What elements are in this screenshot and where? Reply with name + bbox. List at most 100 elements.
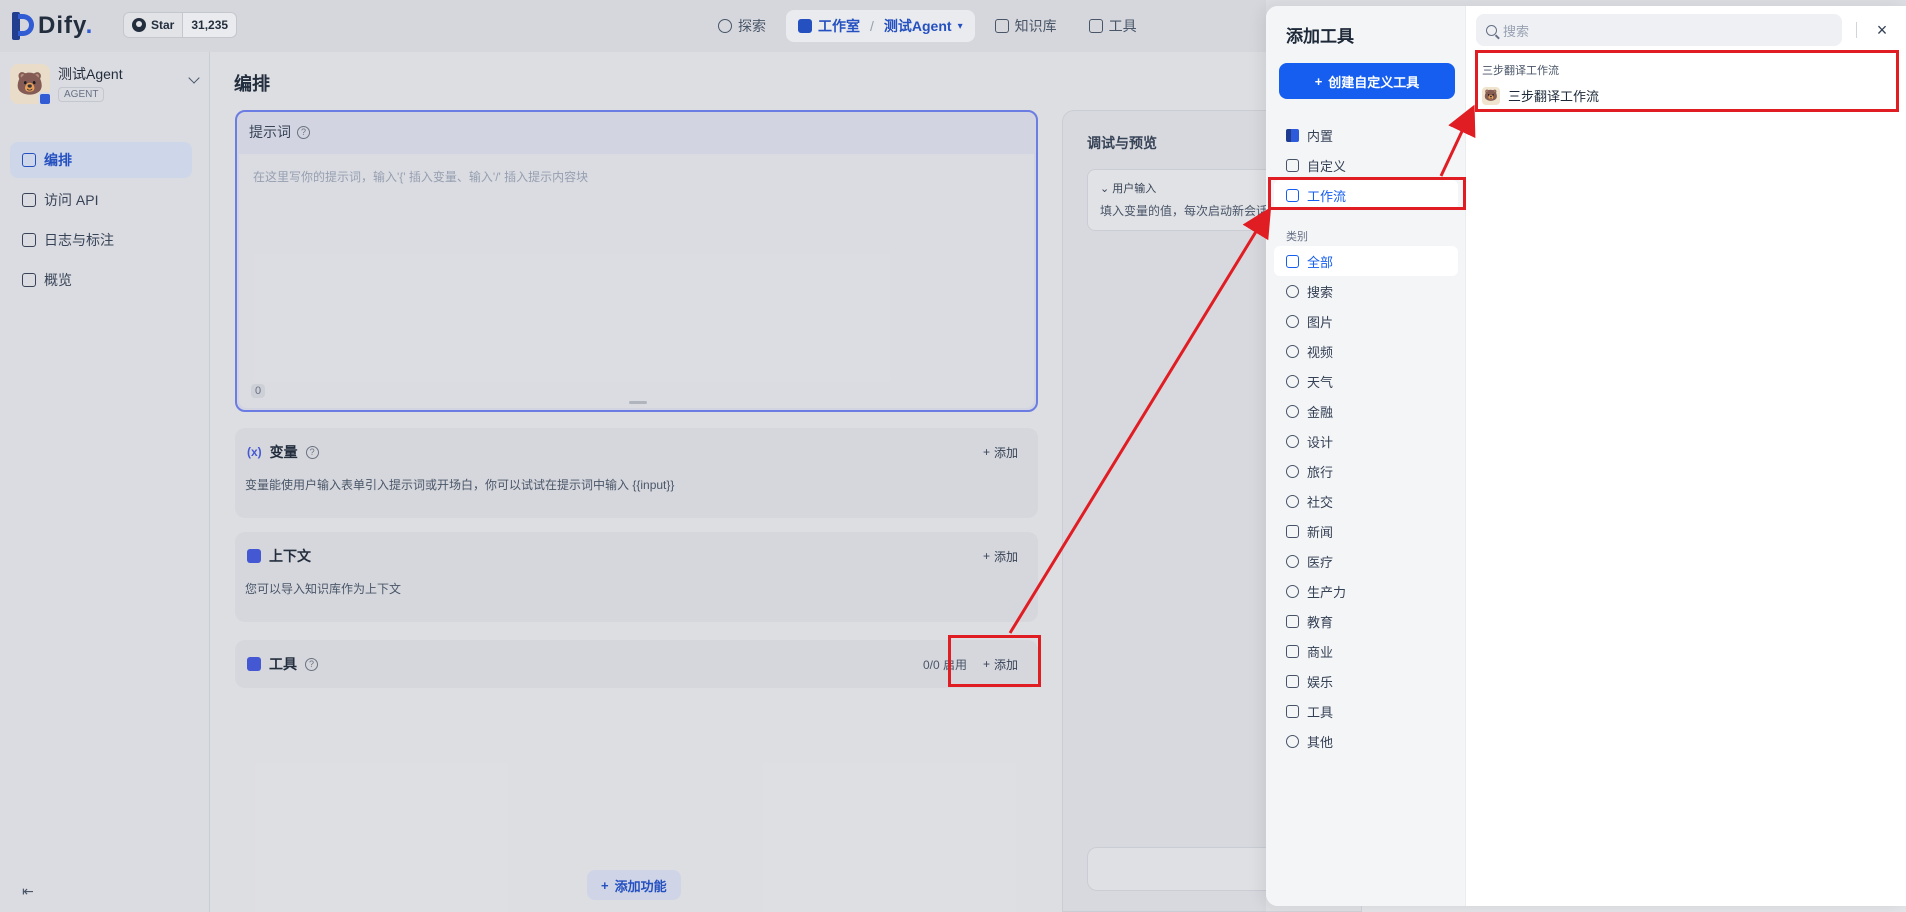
plus-icon: + [982,445,990,459]
category-entertainment[interactable]: 娱乐 [1274,666,1458,696]
debug-title: 调试与预览 [1087,135,1157,151]
category-label: 类别 [1286,231,1308,243]
sidebar-item-orchestrate[interactable]: 编排 [10,142,192,178]
category-education[interactable]: 教育 [1274,606,1458,636]
drawer-title: 添加工具 [1286,27,1354,46]
nav-explore[interactable]: 探索 [706,10,778,42]
nav-tools-label: 工具 [1108,18,1137,34]
tool-search-input[interactable]: 搜索 [1476,14,1842,46]
category-productivity[interactable]: 生产力 [1274,576,1458,606]
annotation-box-workflow [1268,177,1466,210]
grid-icon [1286,254,1299,268]
current-app-label[interactable]: 测试Agent [884,16,952,36]
variables-description: 变量能使用户输入表单引入提示词或开场白，你可以试试在提示词中输入 {{input… [245,478,675,492]
close-drawer-button[interactable]: × [1870,18,1894,42]
category-all[interactable]: 全部 [1274,246,1458,276]
sidebar-item-api[interactable]: 访问 API [10,182,192,218]
chevron-down-icon: ▾ [957,20,963,32]
add-tool-drawer: 添加工具 + 创建自定义工具 内置 自定义 工作流 类别 全部 搜索 图片 视频 [1266,6,1906,906]
nav-tools[interactable]: 工具 [1077,10,1149,42]
help-icon[interactable]: ? [297,125,310,139]
github-star-button[interactable]: Star 31,235 [123,12,238,38]
tool-type-builtin[interactable]: 内置 [1274,120,1458,150]
tool-type-custom[interactable]: 自定义 [1274,150,1458,180]
category-item-label: 视频 [1307,344,1334,360]
app-sidebar: 🐻 测试Agent AGENT 编排 访问 API 日志与标注 概览 ⇤ [0,52,210,912]
category-finance[interactable]: 金融 [1274,396,1458,426]
sidebar-item-overview[interactable]: 概览 [10,262,192,298]
prompt-textarea[interactable]: 在这里写你的提示词，输入'{' 插入变量、输入'/' 插入提示内容块 0 [239,154,1034,408]
category-travel[interactable]: 旅行 [1274,456,1458,486]
user-input-title: 用户输入 [1112,183,1157,195]
book-icon [1286,614,1299,628]
context-title: 上下文 [269,548,311,564]
github-star-label: Star [151,18,175,32]
app-avatar: 🐻 [10,64,52,106]
collapse-sidebar-icon[interactable]: ⇤ [22,883,34,900]
plus-icon: + [982,549,990,563]
category-social[interactable]: 社交 [1274,486,1458,516]
category-search[interactable]: 搜索 [1274,276,1458,306]
video-icon [1286,344,1299,358]
toolbox-icon [247,657,261,671]
at-icon [1286,494,1299,508]
breadcrumb-separator: / [870,18,874,34]
bar-chart-icon [22,273,36,287]
add-feature-button[interactable]: + 添加功能 [587,870,681,900]
sidebar-item-logs[interactable]: 日志与标注 [10,222,192,258]
plus-icon: + [601,877,609,893]
category-item-label: 社交 [1307,494,1334,510]
prompt-placeholder: 在这里写你的提示词，输入'{' 插入变量、输入'/' 插入提示内容块 [253,170,589,184]
app-name: 测试Agent [58,66,123,82]
nav-datasets[interactable]: 知识库 [983,10,1069,42]
search-icon [1286,284,1299,298]
nav-explore-label: 探索 [738,18,766,34]
gamepad-icon [1286,674,1299,688]
tool-type-label: 自定义 [1307,158,1347,174]
sidebar-item-label: 日志与标注 [44,232,114,248]
annotation-box-add-tool [948,635,1041,687]
layout-icon [22,153,36,167]
category-item-label: 娱乐 [1307,674,1334,690]
divider [1856,22,1857,38]
category-image[interactable]: 图片 [1274,306,1458,336]
app-type-badge: AGENT [58,87,105,102]
category-item-label: 图片 [1307,314,1334,330]
help-icon[interactable]: ? [305,445,319,459]
resize-handle[interactable] [629,401,647,404]
category-item-label: 工具 [1307,704,1334,720]
nav-studio-label: 工作室 [818,18,860,34]
nav-studio[interactable]: 工作室 / 测试Agent ▾ [786,10,975,42]
add-feature-label: 添加功能 [614,878,667,894]
category-news[interactable]: 新闻 [1274,516,1458,546]
category-item-label: 搜索 [1307,284,1334,300]
add-context-button[interactable]: + 添加 [975,544,1026,569]
category-other[interactable]: 其他 [1274,726,1458,756]
app-selector[interactable]: 🐻 测试Agent AGENT [10,64,200,112]
create-custom-tool-button[interactable]: + 创建自定义工具 [1279,63,1455,99]
agent-badge-icon [38,92,52,106]
dify-logo[interactable]: Dify. [12,12,93,40]
prompt-char-count: 0 [251,384,266,398]
plus-icon: + [1314,73,1323,89]
variables-title: 变量 [269,444,298,460]
category-utilities[interactable]: 工具 [1274,696,1458,726]
category-item-label: 天气 [1307,374,1334,390]
category-medical[interactable]: 医疗 [1274,546,1458,576]
help-icon[interactable]: ? [305,657,318,671]
chevron-down-icon[interactable] [188,72,200,84]
code-icon [1286,158,1299,172]
search-placeholder: 搜索 [1503,23,1530,39]
close-icon: × [1876,19,1888,40]
category-weather[interactable]: 天气 [1274,366,1458,396]
hammer-icon [1286,704,1299,718]
add-variable-button[interactable]: + 添加 [975,440,1026,465]
category-video[interactable]: 视频 [1274,336,1458,366]
medical-icon [1286,554,1299,568]
category-design[interactable]: 设计 [1274,426,1458,456]
category-business[interactable]: 商业 [1274,636,1458,666]
context-description: 您可以导入知识库作为上下文 [245,582,402,596]
prompt-label: 提示词 [249,124,291,140]
design-icon [1286,434,1299,448]
drawer-sidebar: 添加工具 + 创建自定义工具 内置 自定义 工作流 类别 全部 搜索 图片 视频 [1266,6,1466,906]
